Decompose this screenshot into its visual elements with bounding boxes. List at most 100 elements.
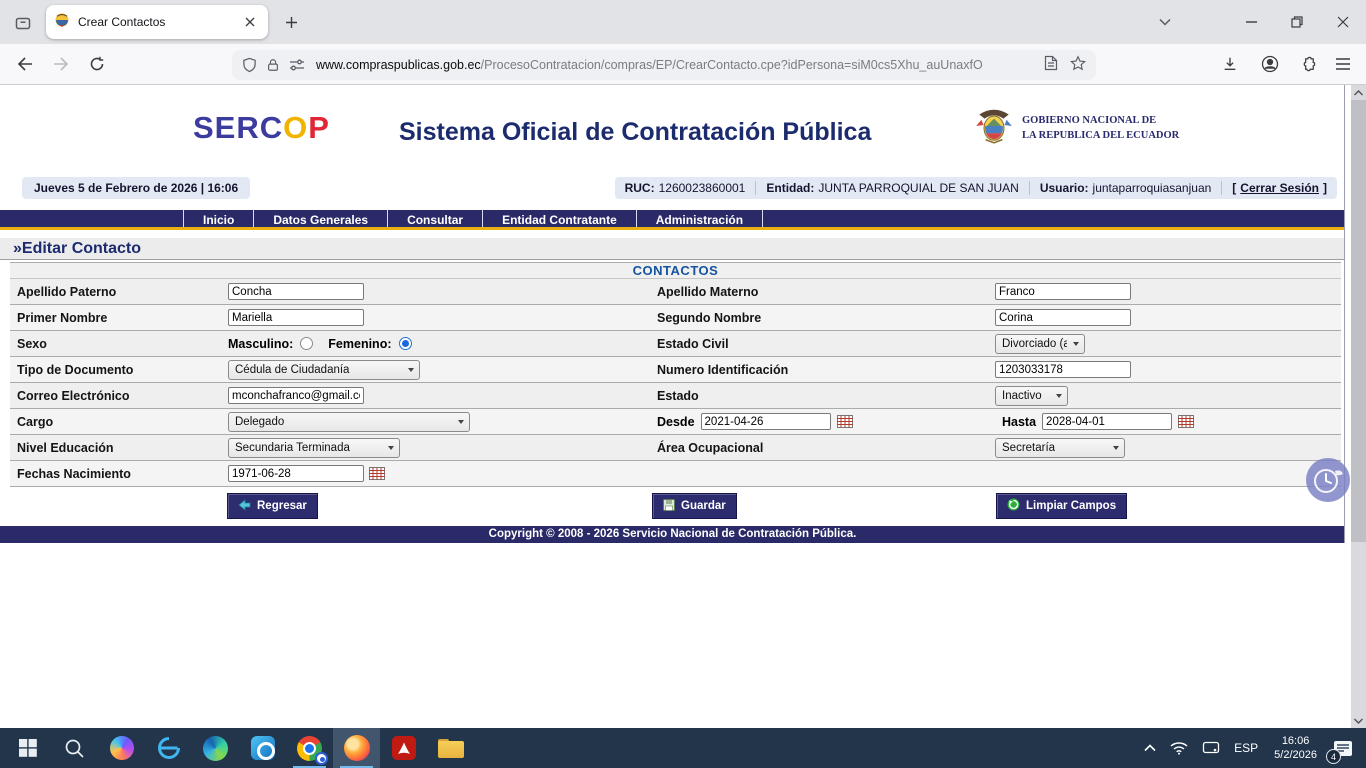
nav-inicio[interactable]: Inicio <box>183 210 253 227</box>
tab-overflow-chevron-icon[interactable] <box>1150 7 1180 37</box>
usuario-info: Usuario:juntaparroquiasanjuan <box>1029 181 1221 195</box>
firefox-view-icon[interactable] <box>8 7 38 37</box>
hasta-label: Hasta <box>1002 415 1036 429</box>
nav-datos-generales[interactable]: Datos Generales <box>253 210 387 227</box>
forward-button[interactable] <box>46 49 76 79</box>
cargo-label: Cargo <box>10 409 228 434</box>
area-ocupacional-select[interactable]: Secretaría <box>995 438 1125 458</box>
regresar-button[interactable]: Regresar <box>227 493 318 519</box>
nav-entidad-contratante[interactable]: Entidad Contratante <box>482 210 636 227</box>
desde-cell: Desde <box>650 409 995 434</box>
extensions-icon[interactable] <box>1293 49 1323 79</box>
segundo-nombre-label: Segundo Nombre <box>650 305 995 330</box>
chrome-profile-badge <box>315 752 328 765</box>
window-close-button[interactable] <box>1320 0 1366 44</box>
sexo-masculino-radio[interactable] <box>300 337 313 350</box>
downloads-icon[interactable] <box>1215 49 1245 79</box>
browser-toolbar: www.compraspublicas.gob.ec/ProcesoContra… <box>0 44 1366 85</box>
back-button[interactable] <box>10 49 40 79</box>
apellido-materno-label: Apellido Materno <box>650 279 995 304</box>
calendar-icon[interactable] <box>837 415 853 428</box>
correo-input[interactable] <box>228 387 364 404</box>
notification-center-icon[interactable]: 4 <box>1326 728 1360 768</box>
floating-timer-widget[interactable] <box>1306 458 1350 502</box>
calendar-icon[interactable] <box>369 467 385 480</box>
start-button[interactable] <box>4 728 51 768</box>
entidad-info: Entidad:JUNTA PARROQUIAL DE SAN JUAN <box>755 181 1028 195</box>
url-path: /ProcesoContratacion/compras/EP/CrearCon… <box>481 58 983 72</box>
wifi-icon[interactable] <box>1163 728 1195 768</box>
vertical-scrollbar[interactable] <box>1351 85 1366 728</box>
account-icon[interactable] <box>1255 49 1285 79</box>
back-arrow-icon <box>238 499 251 514</box>
form-row-apellidos: Apellido Paterno Apellido Materno <box>10 279 1341 305</box>
apellido-paterno-input[interactable] <box>228 283 364 300</box>
shield-icon[interactable] <box>242 57 257 73</box>
session-info: RUC:1260023860001 Entidad:JUNTA PARROQUI… <box>615 177 1337 199</box>
nivel-educacion-label: Nivel Educación <box>10 435 228 460</box>
estado-civil-select[interactable]: Divorciado (a) <box>995 334 1085 354</box>
scrollbar-thumb[interactable] <box>1351 100 1366 542</box>
entidad-value: JUNTA PARROQUIAL DE SAN JUAN <box>818 181 1018 195</box>
apellido-materno-input[interactable] <box>995 283 1131 300</box>
browser-tab[interactable]: Crear Contactos <box>46 5 268 39</box>
language-indicator[interactable]: ESP <box>1227 728 1265 768</box>
window-minimize-button[interactable] <box>1228 0 1274 44</box>
taskbar-clock[interactable]: 16:06 5/2/2026 <box>1265 734 1326 763</box>
limpiar-campos-button[interactable]: Limpiar Campos <box>996 493 1127 519</box>
taskbar-acrobat-icon[interactable] <box>380 728 427 768</box>
gov-logo: GOBIERNO NACIONAL DE LA REPUBLICA DEL EC… <box>973 105 1179 152</box>
taskbar-outlook-icon[interactable] <box>239 728 286 768</box>
apellido-paterno-label: Apellido Paterno <box>10 279 228 304</box>
tipo-documento-select[interactable]: Cédula de Ciudadanía <box>228 360 420 380</box>
tab-close-icon[interactable] <box>240 12 260 32</box>
estado-label: Estado <box>650 383 995 408</box>
main-navigation: Inicio Datos Generales Consultar Entidad… <box>0 210 1345 230</box>
primer-nombre-input[interactable] <box>228 309 364 326</box>
scroll-down-icon[interactable] <box>1351 713 1366 728</box>
taskbar-date: 5/2/2026 <box>1274 748 1317 762</box>
form-row-educacion-area: Nivel Educación Secundaria Terminada Áre… <box>10 435 1341 461</box>
nivel-educacion-select[interactable]: Secundaria Terminada <box>228 438 400 458</box>
numero-identificacion-input[interactable] <box>995 361 1131 378</box>
sercop-logo-p: P <box>308 110 330 145</box>
taskbar-copilot-icon[interactable] <box>98 728 145 768</box>
estado-select[interactable]: Inactivo <box>995 386 1068 406</box>
desde-input[interactable] <box>701 413 831 430</box>
sexo-femenino-radio[interactable] <box>399 337 412 350</box>
taskbar-chrome-icon[interactable] <box>286 728 333 768</box>
nav-administracion[interactable]: Administración <box>636 210 763 227</box>
logout-link[interactable]: Cerrar Sesión <box>1240 181 1319 195</box>
hasta-input[interactable] <box>1042 413 1172 430</box>
scroll-up-icon[interactable] <box>1351 85 1366 100</box>
nav-consultar[interactable]: Consultar <box>387 210 482 227</box>
menu-icon[interactable] <box>1328 49 1358 79</box>
fecha-nacimiento-input[interactable] <box>228 465 364 482</box>
new-tab-button[interactable] <box>276 7 306 37</box>
lock-icon[interactable] <box>266 57 280 73</box>
taskbar-search-icon[interactable] <box>51 728 98 768</box>
breadcrumb: »Editar Contacto <box>0 238 1345 260</box>
chevron-down-icon <box>408 368 414 372</box>
cargo-select[interactable]: Delegado <box>228 412 470 432</box>
taskbar-file-explorer-icon[interactable] <box>427 728 474 768</box>
window-restore-button[interactable] <box>1274 0 1320 44</box>
taskbar-firefox-icon[interactable] <box>333 728 380 768</box>
bookmark-star-icon[interactable] <box>1070 55 1086 76</box>
ruc-info: RUC:1260023860001 <box>615 181 756 195</box>
url-bar[interactable]: www.compraspublicas.gob.ec/ProcesoContra… <box>232 50 1096 80</box>
reader-view-icon[interactable] <box>1044 55 1058 76</box>
calendar-icon[interactable] <box>1178 415 1194 428</box>
taskbar-edge-icon[interactable] <box>192 728 239 768</box>
taskbar-internet-explorer-icon[interactable] <box>145 728 192 768</box>
form-row-nacimiento: Fechas Nacimiento <box>10 461 1341 487</box>
reload-button[interactable] <box>82 49 112 79</box>
tray-chevron-up-icon[interactable] <box>1137 728 1163 768</box>
permissions-icon[interactable] <box>289 58 305 72</box>
screen-cast-icon[interactable] <box>1195 728 1227 768</box>
guardar-button[interactable]: Guardar <box>652 493 737 519</box>
segundo-nombre-input[interactable] <box>995 309 1131 326</box>
refresh-icon <box>1007 498 1020 514</box>
numero-identificacion-label: Numero Identificación <box>650 357 995 382</box>
tab-favicon-icon <box>54 12 70 33</box>
